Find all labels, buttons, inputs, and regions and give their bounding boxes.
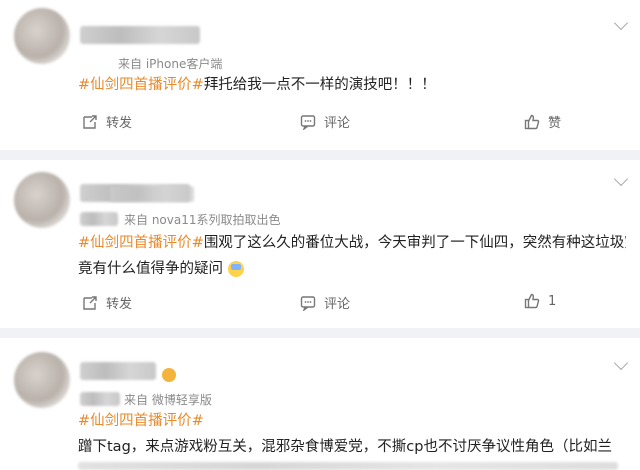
comment-icon [300, 295, 316, 311]
avatar[interactable] [14, 172, 70, 228]
like-icon [524, 293, 540, 309]
comment-label: 评论 [324, 297, 351, 312]
post-content: #仙剑四首播评价#拜托给我一点不一样的演技吧！！！ [78, 72, 626, 98]
post-text: 拜托给我一点不一样的演技吧！！！ [203, 77, 436, 93]
post-source: 来自 nova11系列取拍取出色 [124, 213, 281, 227]
post-1: 来自 iPhone客户端 #仙剑四首播评价#拜托给我一点不一样的演技吧！！！ 转… [0, 0, 640, 150]
chevron-down-icon[interactable] [613, 355, 629, 371]
comment-button[interactable]: 评论 [300, 112, 350, 131]
post-text-line2: 竟有什么值得争的疑问 [78, 261, 223, 277]
username-blurred[interactable] [80, 26, 200, 44]
avatar[interactable] [14, 352, 70, 408]
like-icon [524, 114, 540, 129]
avatar[interactable] [14, 8, 70, 64]
chevron-down-icon[interactable] [613, 15, 629, 31]
fearful-emoji-icon [227, 261, 244, 277]
chevron-down-icon[interactable] [613, 171, 629, 187]
post-source: 来自 微博轻享版 [124, 393, 212, 407]
post-content: #仙剑四首播评价#围观了这么久的番位大战，今天审判了一下仙四，突然有种这垃圾究 … [78, 230, 626, 282]
post-text: 蹭下tag，来点游戏粉互关，混邪杂食博爱党，不撕cp也不讨厌争议性角色（比如兰 [78, 439, 612, 455]
username-blurred[interactable] [80, 362, 156, 380]
comment-button[interactable]: 评论 [300, 293, 350, 312]
comment-label: 评论 [324, 116, 351, 131]
post-3: 来自 微博轻享版 #仙剑四首播评价# 蹭下tag，来点游戏粉互关，混邪杂食博爱党… [0, 338, 640, 470]
separator [0, 328, 640, 338]
repost-button[interactable]: 转发 [82, 112, 132, 131]
repost-label: 转发 [106, 116, 133, 131]
like-button[interactable]: 赞 [524, 112, 561, 131]
comment-icon [300, 114, 316, 130]
username-blurred-2 [110, 186, 194, 202]
like-button[interactable]: 1 [524, 293, 556, 309]
repost-icon [83, 114, 97, 129]
repost-button[interactable]: 转发 [82, 293, 132, 312]
post-source: 来自 iPhone客户端 [118, 57, 223, 71]
post-content: #仙剑四首播评价# 蹭下tag，来点游戏粉互关，混邪杂食博爱党，不撕cp也不讨厌… [78, 408, 626, 460]
repost-icon [83, 295, 97, 310]
member-badge-blurred [80, 392, 120, 406]
post-2: 来自 nova11系列取拍取出色 #仙剑四首播评价#围观了这么久的番位大战，今天… [0, 160, 640, 328]
topic-tag[interactable]: #仙剑四首播评价# [78, 235, 204, 251]
like-count: 1 [548, 293, 557, 309]
action-bar: 转发 评论 赞 [0, 112, 640, 136]
post-text-cut-off [78, 462, 618, 470]
crown-badge-icon [162, 368, 176, 382]
vip-badge-blurred [80, 212, 118, 226]
post-text: 围观了这么久的番位大战，今天审判了一下仙四，突然有种这垃圾究 [203, 235, 626, 251]
action-bar: 转发 评论 1 [0, 293, 640, 317]
like-label: 赞 [548, 116, 562, 131]
separator [0, 150, 640, 160]
topic-tag[interactable]: #仙剑四首播评价# [78, 77, 204, 93]
repost-label: 转发 [106, 297, 133, 312]
topic-tag[interactable]: #仙剑四首播评价# [78, 413, 204, 429]
